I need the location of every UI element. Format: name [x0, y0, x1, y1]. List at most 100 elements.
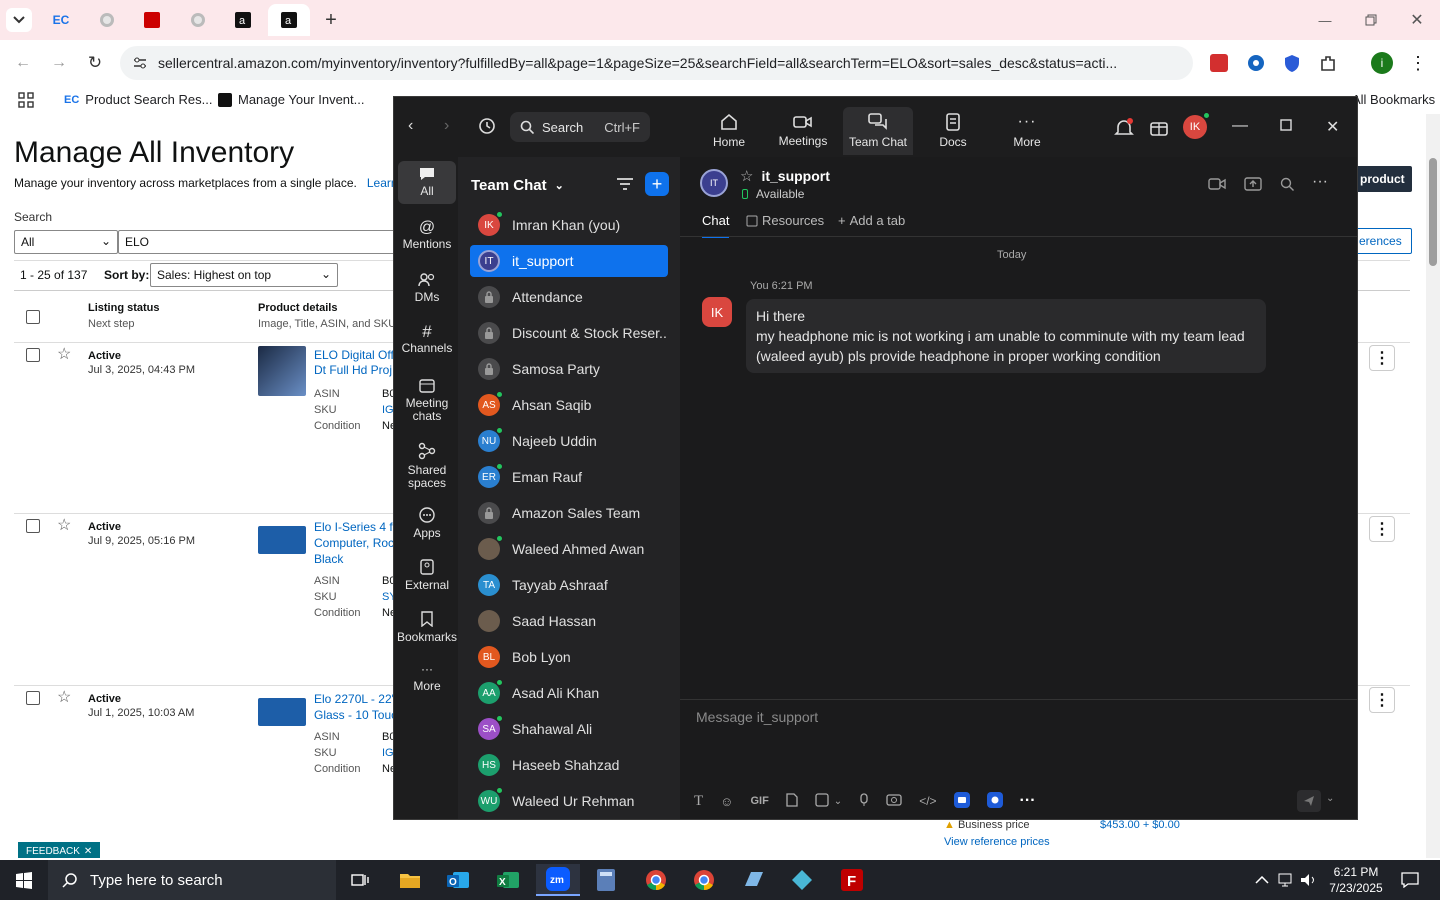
product-title-link[interactable]: ELO Digital Offi Dt Full Hd Proj	[314, 348, 396, 378]
sidebar-item-channels[interactable]: # Channels	[398, 323, 456, 355]
team-chat-header[interactable]: Team Chat ⌄	[471, 177, 564, 194]
product-title-link[interactable]: Elo I-Series 4 fo Computer, Rock Black	[314, 519, 400, 567]
globe-icon[interactable]	[92, 8, 122, 32]
sidebar-item-mentions[interactable]: @ Mentions	[398, 220, 456, 251]
nav-docs[interactable]: Docs	[918, 107, 988, 155]
contact-item[interactable]: TA Tayyab Ashraaf	[470, 569, 668, 601]
message-bubble[interactable]: Hi there my headphone mic is not working…	[746, 299, 1266, 373]
feedback-button[interactable]: FEEDBACK ✕	[18, 842, 101, 858]
sidebar-item-shared-spaces[interactable]: Shared spaces	[398, 442, 456, 490]
zoom-search-input[interactable]: Search Ctrl+F	[510, 112, 650, 142]
search-scope-select[interactable]: All ⌄	[14, 230, 118, 254]
contact-item[interactable]: ER Eman Rauf	[470, 461, 668, 493]
chrome-profile-icon[interactable]	[682, 864, 726, 896]
all-bookmarks[interactable]: All Bookmarks	[1352, 92, 1435, 107]
format-text-icon[interactable]: T	[694, 793, 703, 810]
contact-item[interactable]: SA Shahawal Ali	[470, 713, 668, 745]
sort-select[interactable]: Sales: Highest on top ⌄	[150, 263, 338, 287]
star-icon[interactable]: ☆	[57, 687, 71, 707]
row-checkbox[interactable]	[26, 348, 40, 362]
contact-item[interactable]: NU Najeeb Uddin	[470, 425, 668, 457]
chevron-down-icon[interactable]: ⌄	[1326, 793, 1334, 804]
dh-icon[interactable]	[137, 8, 167, 32]
row-actions-kebab[interactable]: ⋮	[1369, 687, 1395, 713]
back-icon[interactable]: ←	[12, 52, 34, 74]
file-icon[interactable]	[786, 792, 798, 810]
outlook-icon[interactable]: O	[436, 864, 480, 896]
sku-value[interactable]: IG	[382, 404, 394, 416]
task-view-icon[interactable]	[338, 864, 382, 896]
apps-grid-icon[interactable]	[18, 92, 34, 108]
contact-item[interactable]: BL Bob Lyon	[470, 641, 668, 673]
more-options-icon[interactable]: ···	[1312, 173, 1328, 191]
contact-item[interactable]: Saad Hassan	[470, 605, 668, 637]
star-icon[interactable]: ☆	[57, 344, 71, 364]
profile-avatar[interactable]: i	[1371, 52, 1393, 74]
extension-icon[interactable]	[1245, 52, 1267, 74]
forward-icon[interactable]: ›	[444, 117, 449, 135]
forward-icon[interactable]: →	[48, 52, 70, 74]
extension-pdf-icon[interactable]	[1208, 52, 1230, 74]
app-blue-icon[interactable]	[953, 791, 970, 811]
sku-value[interactable]: IG	[382, 747, 394, 759]
calendar-gift-icon[interactable]	[1149, 118, 1169, 138]
select-all-checkbox[interactable]	[26, 310, 40, 324]
contact-item[interactable]: WU Waleed Ur Rehman	[470, 785, 668, 817]
user-avatar[interactable]: IK	[1183, 112, 1210, 139]
amazon-icon[interactable]: a	[228, 8, 258, 32]
new-tab-button[interactable]: +	[316, 8, 346, 32]
amazon-icon[interactable]: a	[268, 4, 310, 36]
tab-search-button[interactable]	[6, 8, 32, 32]
maximize-icon[interactable]	[1280, 119, 1292, 131]
page-scrollbar[interactable]	[1426, 114, 1440, 858]
row-checkbox[interactable]	[26, 691, 40, 705]
minimize-icon[interactable]: —	[1232, 117, 1248, 135]
chrome-icon[interactable]	[634, 864, 678, 896]
app-icon[interactable]	[732, 864, 776, 896]
reload-icon[interactable]: ↻	[84, 52, 106, 74]
nav-meetings[interactable]: Meetings	[768, 107, 838, 155]
app-diamond-icon[interactable]	[780, 864, 824, 896]
video-call-icon[interactable]	[1208, 177, 1226, 191]
tab-chat[interactable]: Chat	[702, 213, 730, 238]
contact-item[interactable]: IT it_support	[470, 245, 668, 277]
windows-start-icon[interactable]	[2, 864, 46, 896]
emoji-icon[interactable]: ☺	[720, 794, 733, 809]
sidebar-item-more[interactable]: ··· More	[398, 663, 456, 693]
contact-item[interactable]: AS Ahsan Saqib	[470, 389, 668, 421]
close-icon[interactable]: ✕	[1326, 117, 1339, 137]
close-icon[interactable]: ✕	[1402, 8, 1432, 32]
row-actions-kebab[interactable]: ⋮	[1369, 345, 1395, 371]
star-icon[interactable]: ☆	[740, 167, 753, 185]
search-input[interactable]: ELO	[118, 230, 398, 254]
microphone-icon[interactable]	[859, 792, 869, 810]
app-blue-icon[interactable]	[986, 791, 1003, 811]
product-image[interactable]	[258, 698, 306, 726]
sidebar-item-external[interactable]: External	[398, 559, 456, 592]
nav-home[interactable]: Home	[694, 107, 764, 155]
contact-item[interactable]: Waleed Ahmed Awan	[470, 533, 668, 565]
tab-add[interactable]: + Add a tab	[838, 213, 905, 228]
product-image[interactable]	[258, 526, 306, 554]
code-icon[interactable]: </>	[919, 794, 936, 808]
back-icon[interactable]: ‹	[408, 117, 413, 135]
sidebar-item-dms[interactable]: DMs	[398, 273, 456, 304]
add-product-button[interactable]: product	[1356, 166, 1412, 192]
search-icon[interactable]	[1280, 177, 1294, 191]
shield-icon[interactable]	[1281, 52, 1303, 74]
message-composer[interactable]: Message it_support	[696, 709, 1336, 735]
excel-icon[interactable]: X	[486, 864, 530, 896]
more-apps-icon[interactable]: ···	[1020, 792, 1036, 810]
chat-title[interactable]: it_support	[761, 168, 829, 184]
contact-item[interactable]: HS Haseeb Shahzad	[470, 749, 668, 781]
send-button[interactable]	[1297, 790, 1321, 812]
minimize-icon[interactable]: —	[1310, 8, 1340, 32]
globe-icon[interactable]	[183, 8, 213, 32]
contact-item[interactable]: AA Asad Ali Khan	[470, 677, 668, 709]
system-clock[interactable]: 6:21 PM 7/23/2025	[1326, 864, 1386, 896]
row-checkbox[interactable]	[26, 519, 40, 533]
preferences-button[interactable]: erences	[1356, 228, 1412, 254]
message-avatar[interactable]: IK	[702, 297, 732, 327]
tab-resources[interactable]: Resources	[746, 213, 824, 228]
taskbar-search[interactable]: Type here to search	[48, 860, 336, 900]
